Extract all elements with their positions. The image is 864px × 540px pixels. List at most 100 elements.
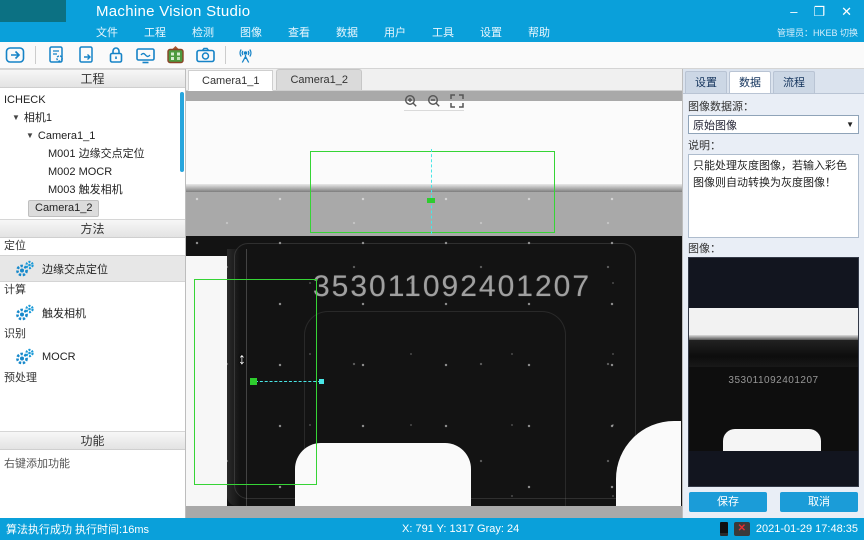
menu-item-file[interactable]: 文件 bbox=[96, 24, 118, 40]
method-group-preprocess: 预处理 bbox=[0, 370, 185, 387]
zoom-out-icon[interactable] bbox=[427, 94, 441, 108]
antenna-icon bbox=[235, 45, 256, 66]
app-logo bbox=[0, 0, 66, 22]
tree-item-m003[interactable]: M003 触发相机 bbox=[0, 181, 185, 199]
document-arrow-icon bbox=[76, 45, 96, 65]
toolbar bbox=[0, 42, 864, 69]
menu-item-view[interactable]: 查看 bbox=[288, 24, 310, 40]
tree-scrollbar[interactable] bbox=[180, 92, 184, 172]
run-icon bbox=[5, 45, 26, 65]
preview-cutout bbox=[723, 429, 821, 451]
image-canvas[interactable]: 353011092401207 ↕ bbox=[186, 91, 682, 518]
inspector-tab-bar: 设置 数据 流程 bbox=[683, 69, 864, 94]
close-button[interactable]: ✕ bbox=[841, 5, 852, 18]
inspector-panel: 设置 数据 流程 图像数据源： 原始图像 ▼ 说明： 只能处理灰度图像，若输入彩… bbox=[682, 69, 864, 518]
cancel-button[interactable]: 取消 bbox=[780, 492, 858, 512]
image-viewer: Camera1_1 Camera1_2 353011092401207 ↕ bbox=[186, 69, 682, 518]
tab-data[interactable]: 数据 bbox=[729, 71, 771, 93]
chevron-down-icon: ▼ bbox=[846, 120, 854, 129]
methods-panel-header: 方法 bbox=[0, 219, 185, 238]
method-item-mocr[interactable]: MOCR bbox=[0, 343, 185, 370]
cursor-coordinates: X: 791 Y: 1317 Gray: 24 bbox=[402, 523, 519, 535]
roi-center-dashed-line bbox=[431, 149, 432, 234]
functions-panel-header: 功能 bbox=[0, 431, 185, 450]
restore-button[interactable]: ❐ bbox=[813, 5, 825, 18]
preview-rail bbox=[689, 340, 858, 367]
trigger-button[interactable] bbox=[233, 44, 258, 67]
tree-item-camera1-1[interactable]: ▼Camera1_1 bbox=[0, 127, 185, 145]
roi-center-marker[interactable] bbox=[427, 198, 435, 203]
mouse-cursor: ↕ bbox=[238, 351, 246, 369]
image-source-label: 图像数据源： bbox=[688, 99, 859, 115]
preview-serial-number: 353011092401207 bbox=[689, 375, 858, 386]
tree-item-camera-group[interactable]: ▼相机1 bbox=[0, 109, 185, 127]
menu-item-tools[interactable]: 工具 bbox=[432, 24, 454, 40]
menu-item-image[interactable]: 图像 bbox=[240, 24, 262, 40]
menu-bar: 文件 工程 检测 图像 查看 数据 用户 工具 设置 帮助 管理员：HKEB 切… bbox=[0, 22, 864, 42]
method-group-calc: 计算 bbox=[0, 282, 185, 299]
title-bar: Machine Vision Studio – ❐ ✕ bbox=[0, 0, 864, 22]
camera-icon bbox=[195, 45, 216, 65]
tree-item-camera1-2[interactable]: Camera1_2 bbox=[0, 199, 185, 217]
method-group-positioning: 定位 bbox=[0, 238, 185, 255]
camera-button[interactable] bbox=[193, 44, 218, 67]
description-text: 只能处理灰度图像，若输入彩色图像则自动转换为灰度图像！ bbox=[688, 154, 859, 238]
menu-item-user[interactable]: 用户 bbox=[384, 24, 406, 40]
project-tree: ICHECK ▼相机1 ▼Camera1_1 M001 边缘交点定位 M002 … bbox=[0, 88, 185, 219]
zoom-in-icon[interactable] bbox=[404, 94, 418, 108]
qr-code-board-icon bbox=[165, 45, 186, 66]
minimize-button[interactable]: – bbox=[790, 5, 797, 18]
method-group-recognition: 识别 bbox=[0, 326, 185, 343]
tree-item-icheck[interactable]: ICHECK bbox=[0, 91, 185, 109]
tab-camera1-2[interactable]: Camera1_2 bbox=[276, 69, 361, 90]
engraved-serial-number: 353011092401207 bbox=[286, 270, 618, 304]
status-timestamp: 2021-01-29 17:48:35 bbox=[756, 523, 858, 535]
menu-item-project[interactable]: 工程 bbox=[144, 24, 166, 40]
project-panel: 工程 ICHECK ▼相机1 ▼Camera1_1 M001 边缘交点定位 M0… bbox=[0, 69, 186, 518]
run-button[interactable] bbox=[3, 44, 28, 67]
device-icon[interactable] bbox=[720, 522, 728, 536]
fit-view-icon[interactable] bbox=[450, 94, 464, 108]
project-config-button[interactable] bbox=[43, 44, 68, 67]
tree-item-m001[interactable]: M001 边缘交点定位 bbox=[0, 145, 185, 163]
current-user-label[interactable]: 管理员：HKEB 切换 bbox=[777, 26, 858, 39]
tree-expand-arrow[interactable]: ▼ bbox=[12, 109, 20, 127]
menu-item-settings[interactable]: 设置 bbox=[480, 24, 502, 40]
monitor-wave-icon bbox=[135, 45, 156, 65]
tree-item-m002[interactable]: M002 MOCR bbox=[0, 163, 185, 181]
method-item-edge-point-locate[interactable]: 边缘交点定位 bbox=[0, 255, 185, 282]
method-item-trigger-camera[interactable]: 触发相机 bbox=[0, 299, 185, 326]
viewer-tab-bar: Camera1_1 Camera1_2 bbox=[186, 69, 682, 91]
canvas-bottom-margin bbox=[186, 506, 682, 518]
roi-rectangle-top[interactable] bbox=[310, 151, 555, 233]
menu-item-detect[interactable]: 检测 bbox=[192, 24, 214, 40]
tab-flow[interactable]: 流程 bbox=[773, 71, 815, 93]
disconnect-icon[interactable]: ✕ bbox=[734, 522, 750, 536]
display-button[interactable] bbox=[133, 44, 158, 67]
gears-icon bbox=[14, 348, 36, 366]
toolbar-separator bbox=[225, 46, 226, 64]
caliper-start-handle[interactable] bbox=[250, 378, 257, 385]
toolbar-separator bbox=[35, 46, 36, 64]
tab-settings[interactable]: 设置 bbox=[685, 71, 727, 93]
gears-icon bbox=[14, 260, 36, 278]
project-panel-header: 工程 bbox=[0, 69, 185, 88]
caliper-dashed-line bbox=[255, 381, 321, 382]
export-document-button[interactable] bbox=[73, 44, 98, 67]
description-label: 说明： bbox=[688, 138, 859, 154]
status-bar: 算法执行成功 执行时间:16ms X: 791 Y: 1317 Gray: 24… bbox=[0, 518, 864, 540]
code-reader-button[interactable] bbox=[163, 44, 188, 67]
image-preview-thumbnail[interactable]: 353011092401207 bbox=[688, 257, 859, 487]
image-source-dropdown[interactable]: 原始图像 ▼ bbox=[688, 115, 859, 134]
lock-button[interactable] bbox=[103, 44, 128, 67]
menu-item-help[interactable]: 帮助 bbox=[528, 24, 550, 40]
tab-camera1-1[interactable]: Camera1_1 bbox=[188, 70, 273, 91]
lock-icon bbox=[106, 45, 126, 65]
tree-expand-arrow[interactable]: ▼ bbox=[26, 127, 34, 145]
caliper-end-handle[interactable] bbox=[319, 379, 324, 384]
menu-item-data[interactable]: 数据 bbox=[336, 24, 358, 40]
preview-white-band bbox=[689, 308, 858, 335]
gears-icon bbox=[14, 304, 36, 322]
image-label: 图像： bbox=[688, 241, 859, 257]
save-button[interactable]: 保存 bbox=[689, 492, 767, 512]
